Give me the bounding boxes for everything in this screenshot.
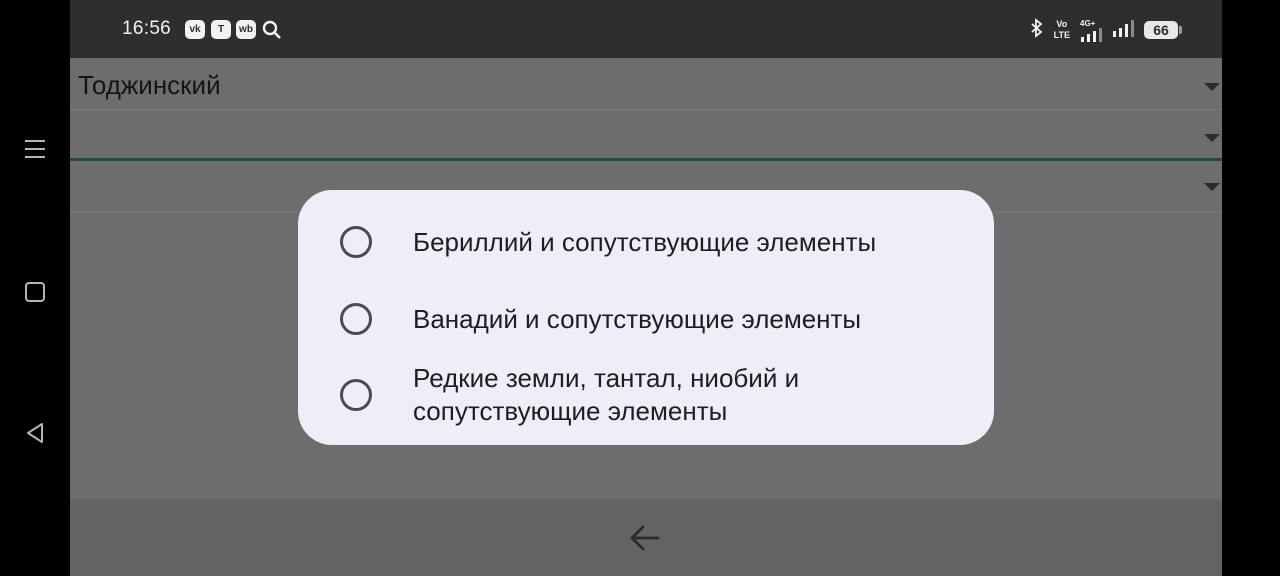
selection-dialog: Бериллий и сопутствующие элементы Ванади…	[298, 190, 994, 445]
option-rare-earths[interactable]: Редкие земли, тантал, ниобий и сопутству…	[298, 362, 994, 428]
clock: 16:56	[122, 18, 172, 39]
option-label: Ванадий и сопутствующие элементы	[413, 303, 862, 334]
district-select[interactable]: Тоджинский	[70, 58, 1222, 110]
option-label: Бериллий и сопутствующие элементы	[413, 226, 877, 257]
dropdown-caret-icon	[1204, 183, 1220, 191]
t-app-icon: T	[211, 20, 231, 39]
search-icon	[262, 20, 282, 45]
district-value: Тоджинский	[78, 70, 221, 100]
menu-icon[interactable]	[20, 134, 50, 164]
status-indicators: Vo LTE 4G+ 66	[1030, 16, 1182, 44]
arrow-left-icon[interactable]	[628, 521, 662, 555]
status-bar: 16:56 vk T wb Vo LTE 4G+ 66	[70, 0, 1222, 58]
mineral-select[interactable]	[70, 110, 1222, 158]
signal-4g-icon: 4G+	[1080, 19, 1102, 42]
dropdown-caret-icon	[1204, 83, 1220, 91]
wb-icon: wb	[236, 20, 256, 39]
option-beryllium[interactable]: Бериллий и сопутствующие элементы	[298, 220, 994, 264]
dropdown-caret-icon	[1204, 134, 1220, 142]
radio-button[interactable]	[340, 379, 372, 411]
bluetooth-icon	[1030, 17, 1044, 43]
radio-button[interactable]	[340, 226, 372, 258]
screen-edge	[1222, 0, 1280, 576]
vk-icon: vk	[185, 20, 205, 39]
option-label: Редкие земли, тантал, ниобий и сопутству…	[413, 363, 800, 426]
system-nav-rail	[0, 0, 70, 576]
option-vanadium[interactable]: Ванадий и сопутствующие элементы	[298, 297, 994, 341]
bottom-bar	[70, 499, 1222, 576]
home-square-icon[interactable]	[20, 277, 50, 307]
radio-button[interactable]	[340, 303, 372, 335]
signal-icon	[1112, 19, 1134, 42]
volte-indicator: Vo LTE	[1053, 19, 1070, 40]
system-back-icon[interactable]	[20, 418, 50, 448]
battery-indicator: 66	[1144, 21, 1182, 39]
